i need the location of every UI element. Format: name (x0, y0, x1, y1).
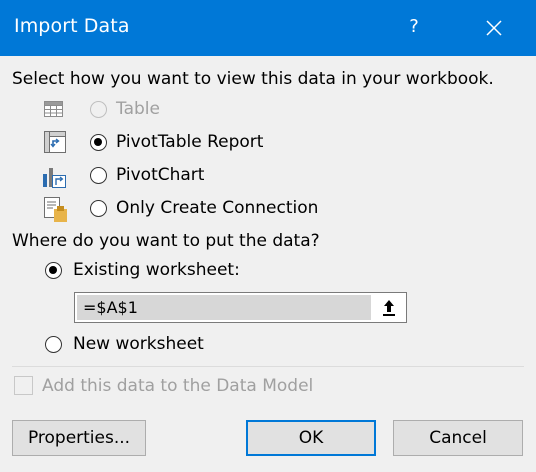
pivottable-icon (44, 131, 66, 153)
table-option-label: Table (116, 99, 160, 119)
close-icon (486, 20, 502, 36)
location-prompt: Where do you want to put the data? (12, 231, 320, 251)
existing-worksheet-label: Existing worksheet: (73, 260, 240, 280)
cancel-button[interactable]: Cancel (393, 420, 523, 456)
pivottable-radio[interactable] (90, 134, 107, 151)
table-icon (44, 101, 63, 117)
data-model-checkbox[interactable] (14, 376, 33, 395)
close-button[interactable] (474, 8, 514, 48)
connection-icon (44, 197, 67, 222)
connection-radio[interactable] (90, 200, 107, 217)
cell-reference-input[interactable] (77, 295, 371, 320)
up-arrow-icon (383, 300, 395, 316)
title-bar: Import Data ? (0, 0, 536, 56)
cell-reference-field[interactable] (74, 292, 407, 323)
new-worksheet-label: New worksheet (73, 334, 204, 354)
connection-option-label: Only Create Connection (116, 198, 319, 218)
properties-button[interactable]: Properties... (12, 420, 146, 456)
collapse-dialog-button[interactable] (374, 295, 404, 320)
view-prompt: Select how you want to view this data in… (12, 69, 494, 89)
new-worksheet-radio[interactable] (45, 336, 62, 353)
pivotchart-radio[interactable] (90, 167, 107, 184)
dialog-title: Import Data (14, 15, 130, 37)
table-radio[interactable] (90, 101, 107, 118)
help-button[interactable]: ? (398, 8, 430, 46)
data-model-label: Add this data to the Data Model (42, 376, 314, 396)
existing-worksheet-radio[interactable] (45, 262, 62, 279)
pivotchart-option-label: PivotChart (116, 165, 205, 185)
ok-button[interactable]: OK (246, 420, 376, 456)
divider (12, 366, 524, 367)
pivotchart-icon (43, 168, 66, 188)
pivottable-option-label: PivotTable Report (116, 132, 264, 152)
